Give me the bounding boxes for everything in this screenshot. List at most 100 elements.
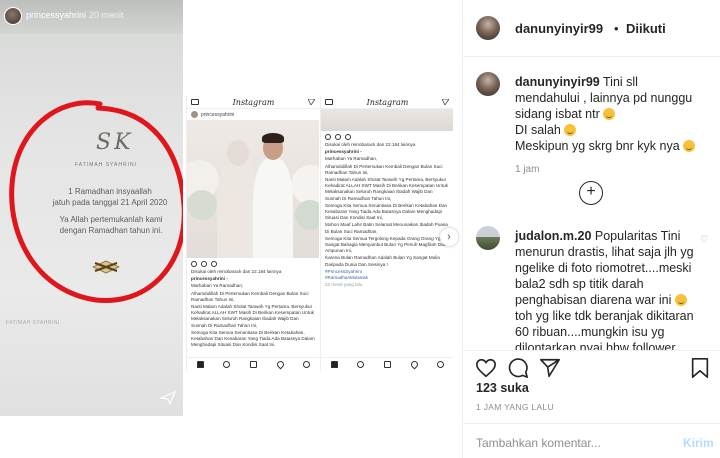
comments-list[interactable]: danunyinyir99 Tini sll mendahului , lain… bbox=[463, 58, 720, 350]
man-hair bbox=[262, 133, 284, 143]
next-slide-button[interactable]: › bbox=[440, 228, 458, 246]
comment-text: Meskipun yg skrg bnr kyk nya bbox=[515, 139, 680, 153]
ig-header: Instagram bbox=[187, 96, 319, 109]
flower bbox=[291, 165, 319, 205]
camera-icon bbox=[191, 99, 199, 105]
avatar[interactable] bbox=[476, 72, 500, 96]
story-avatar bbox=[4, 7, 22, 25]
comment-icon[interactable] bbox=[507, 357, 529, 379]
caption-line: Marhaban Ya Ramadhan, bbox=[191, 283, 244, 289]
ig-bottom-nav bbox=[187, 357, 319, 371]
leaf bbox=[187, 190, 217, 220]
instagram-post-view: princessyahrini 20 menit S K FATIMAH SYAH… bbox=[0, 0, 720, 458]
avatar[interactable] bbox=[476, 226, 500, 250]
comment-time: 1 jam bbox=[515, 164, 540, 175]
red-annotation-circle bbox=[9, 100, 183, 304]
ig-screenshot-1: Instagram princessyahrini Disukai oleh r… bbox=[186, 96, 319, 371]
comment-like-icon[interactable]: ♡ bbox=[700, 234, 710, 244]
home-icon bbox=[330, 361, 338, 368]
share-icon bbox=[211, 260, 217, 267]
story-time: 20 menit bbox=[89, 10, 124, 20]
profile-icon bbox=[303, 361, 311, 368]
send-icon[interactable] bbox=[160, 391, 176, 405]
comment-text: toh yg like tdk beranjak dikitaran 60 ri… bbox=[515, 309, 694, 350]
caption-line: Alhamdulillah Di Pertemukan Kembali Deng… bbox=[191, 290, 309, 302]
caption-line: Alhamdulillah Di Pertemukan Kembali Deng… bbox=[325, 163, 443, 175]
post-side-panel: danunyinyir99 • Diikuti danunyinyir99 Ti… bbox=[462, 0, 720, 458]
author-avatar[interactable] bbox=[476, 16, 500, 40]
profile-icon bbox=[437, 361, 445, 368]
comment-text: DI salah bbox=[515, 123, 561, 137]
caption-line: Karena Bulan Ramadhan Adalah Bulan Yg Sa… bbox=[325, 255, 440, 267]
liked-by: Disukai oleh reinobarack dan 22.184 lain… bbox=[325, 142, 416, 147]
story-brand: FATIMAH SYAHRINI bbox=[75, 162, 137, 168]
comment-input[interactable] bbox=[476, 435, 656, 451]
following-button[interactable]: Diikuti bbox=[626, 21, 666, 36]
comment-username[interactable]: judalon.m.20 bbox=[515, 229, 591, 243]
camera-icon bbox=[325, 99, 333, 105]
comment-icon bbox=[201, 260, 207, 267]
comment-body: danunyinyir99 Tini sll mendahului , lain… bbox=[515, 74, 705, 178]
post-comment-button[interactable]: Kirim bbox=[683, 436, 714, 450]
woman-hijab bbox=[227, 140, 249, 166]
man-figure bbox=[253, 158, 293, 258]
story-line-4: dengan Ramadhan tahun ini. bbox=[59, 226, 163, 235]
bookmark-icon[interactable] bbox=[689, 357, 711, 379]
direct-icon bbox=[307, 99, 315, 105]
caption-line: Semoga Kita Semua Tergolong Kepada Orang… bbox=[325, 235, 447, 254]
shot-username: princessyahrini bbox=[201, 111, 235, 118]
couple-photo bbox=[187, 120, 319, 258]
quran-stand-icon bbox=[92, 260, 120, 274]
story-screenshot: princessyahrini 20 menit S K FATIMAH SYAH… bbox=[0, 0, 183, 416]
caption-line: Nanti Malam Adalah Sholat Tarawih Yg Per… bbox=[191, 304, 314, 328]
add-icon bbox=[249, 361, 257, 368]
story-text-block-2: Ya Allah pertemukanlah kami dengan Ramad… bbox=[52, 214, 170, 236]
next-post-strip bbox=[0, 416, 462, 458]
caption-user: princessyahrini - bbox=[191, 276, 228, 282]
load-more-comments-button[interactable]: + bbox=[579, 181, 603, 205]
author-username[interactable]: danunyinyir99 bbox=[515, 21, 603, 36]
post-actions bbox=[463, 350, 720, 380]
comment-body: judalon.m.20 Popularitas Tini menurun dr… bbox=[515, 228, 695, 350]
search-icon bbox=[357, 361, 365, 368]
direct-icon bbox=[441, 99, 449, 105]
post-date[interactable]: 1 JAM YANG LALU bbox=[476, 402, 554, 412]
grin-emoji-icon bbox=[564, 124, 577, 136]
ig-screenshot-2: Instagram Disukai oleh reinobarack dan 2… bbox=[320, 96, 453, 371]
post-header: danunyinyir99 • Diikuti bbox=[463, 0, 720, 57]
shot-actions bbox=[321, 131, 453, 142]
like-icon bbox=[325, 133, 331, 140]
story-line-1: 1 Ramadhan insyaallah bbox=[68, 187, 152, 196]
caption-line: Mohon Maaf Lahir Batin Selamat Menunaika… bbox=[325, 222, 448, 234]
comment-username[interactable]: danunyinyir99 bbox=[515, 75, 600, 89]
add-icon bbox=[383, 361, 391, 368]
hashtags: #PrincessSyahrini #RamadhanMubarak bbox=[325, 268, 368, 281]
liked-by: Disukai oleh reinobarack dan 22.184 lain… bbox=[191, 269, 282, 274]
like-icon[interactable] bbox=[475, 357, 497, 379]
grin-emoji-icon bbox=[683, 140, 696, 152]
ig-logo-text: Instagram bbox=[232, 97, 275, 107]
comment-icon bbox=[335, 133, 341, 140]
leaf bbox=[295, 200, 319, 230]
story-line-2: jatuh pada tanggal 21 April 2020 bbox=[52, 198, 168, 207]
likes-count[interactable]: 123 suka bbox=[476, 381, 529, 395]
sk-logo: S K bbox=[96, 130, 130, 155]
like-icon bbox=[191, 260, 197, 267]
home-icon bbox=[196, 361, 204, 368]
post-media[interactable]: princessyahrini 20 menit S K FATIMAH SYAH… bbox=[0, 0, 462, 416]
heart-icon bbox=[409, 359, 420, 370]
photo-crop bbox=[321, 109, 453, 131]
shot-actions bbox=[187, 258, 319, 269]
shot-user-row: princessyahrini bbox=[187, 109, 319, 120]
caption-ago: 22 menit yang lalu bbox=[325, 282, 363, 288]
search-icon bbox=[223, 361, 231, 368]
share-icon[interactable] bbox=[539, 357, 561, 379]
ig-logo-text: Instagram bbox=[366, 97, 409, 107]
shot-caption: Disukai oleh reinobarack dan 22.184 lain… bbox=[187, 269, 319, 348]
story-line-3: Ya Allah pertemukanlah kami bbox=[59, 215, 163, 224]
ig-header: Instagram bbox=[321, 96, 453, 109]
story-username-text: princessyahrini bbox=[26, 10, 87, 20]
share-icon bbox=[345, 133, 351, 140]
caption-line: Semoga Kita Semua Senantiasa Di Berikan … bbox=[325, 202, 448, 221]
separator-dot: • bbox=[614, 21, 619, 36]
